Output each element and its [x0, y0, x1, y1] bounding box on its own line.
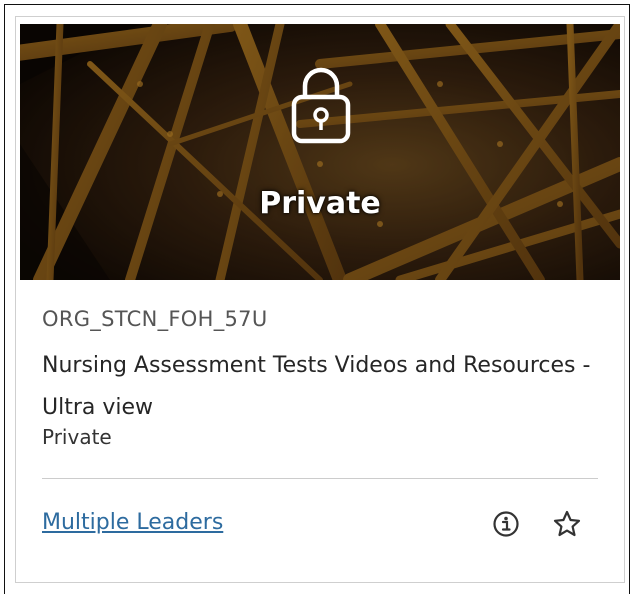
info-icon[interactable] [492, 510, 520, 538]
course-title[interactable]: Nursing Assessment Tests Videos and Reso… [42, 345, 602, 429]
divider [42, 478, 598, 479]
course-code: ORG_STCN_FOH_57U [42, 307, 268, 331]
course-status: Private [42, 425, 112, 449]
course-banner[interactable]: Private [20, 24, 620, 280]
star-outline-icon[interactable] [552, 509, 582, 539]
screenshot-frame: Private ORG_STCN_FOH_57U Nursing Assessm… [4, 4, 630, 594]
card-body: ORG_STCN_FOH_57U Nursing Assessment Test… [20, 280, 620, 580]
banner-image [20, 24, 620, 280]
multiple-leaders-link[interactable]: Multiple Leaders [42, 508, 223, 538]
lock-icon [291, 67, 351, 144]
course-card[interactable]: Private ORG_STCN_FOH_57U Nursing Assessm… [15, 16, 625, 583]
banner-privacy-label: Private [259, 186, 381, 221]
